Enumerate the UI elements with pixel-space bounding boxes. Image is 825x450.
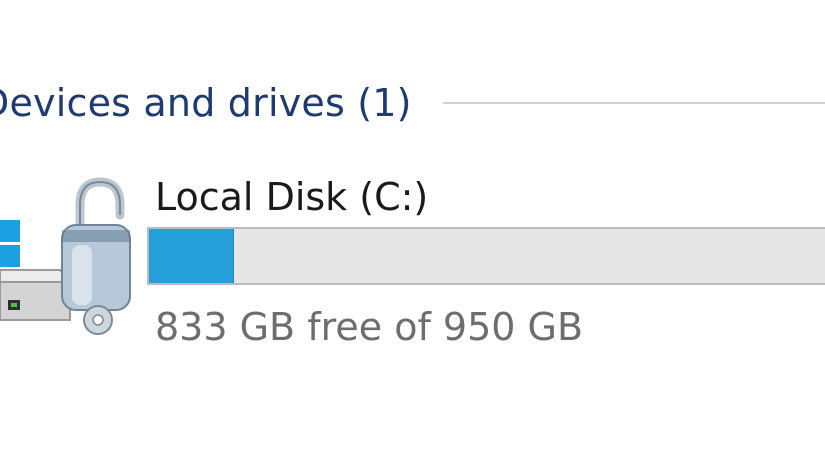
drive-usage-bar [147, 227, 825, 285]
drive-free-space: 833 GB free of 950 GB [155, 305, 584, 349]
devices-and-drives-group-header[interactable]: Devices and drives (1) [0, 80, 825, 130]
group-divider [443, 102, 825, 104]
drive-usage-fill [149, 229, 235, 283]
group-title: Devices and drives (1) [0, 81, 412, 125]
file-explorer-this-pc-view: Devices and drives (1) Local Disk (C:) 8… [0, 0, 825, 450]
bitlocker-drive-icon [0, 170, 135, 345]
drive-tile-local-disk-c[interactable]: Local Disk (C:) 833 GB free of 950 GB [0, 165, 825, 355]
drive-name: Local Disk (C:) [155, 175, 429, 219]
